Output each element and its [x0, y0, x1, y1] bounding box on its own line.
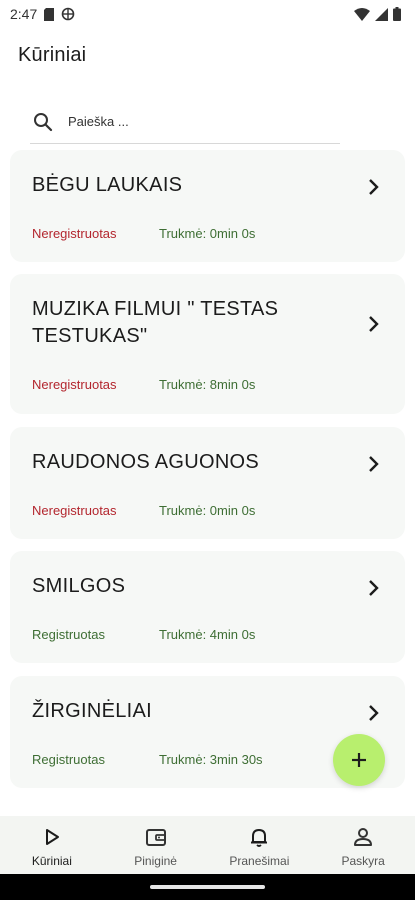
- work-duration: Trukmė: 8min 0s: [159, 377, 256, 392]
- work-duration: Trukmė: 4min 0s: [159, 627, 256, 642]
- work-card[interactable]: RAUDONOS AGUONOS Neregistruotas Trukmė: …: [10, 427, 405, 539]
- nav-label: Kūriniai: [31, 854, 72, 868]
- work-card[interactable]: SMILGOS Registruotas Trukmė: 4min 0s: [10, 551, 405, 663]
- person-icon: [354, 828, 373, 846]
- nav-item-kuriniai[interactable]: Kūriniai: [0, 816, 104, 874]
- search-icon: [34, 112, 53, 131]
- work-meta: Neregistruotas Trukmė: 0min 0s: [32, 226, 255, 241]
- chevron-right-icon: [369, 179, 379, 195]
- chevron-right-icon: [369, 580, 379, 596]
- work-card[interactable]: MUZIKA FILMUI " TESTAS TESTUKAS" Neregis…: [10, 274, 405, 414]
- screen: 2:47 Kūriniai Paieška ... BĖGU LAUKAIS N…: [0, 0, 415, 900]
- work-card[interactable]: BĖGU LAUKAIS Neregistruotas Trukmė: 0min…: [10, 150, 405, 262]
- add-work-button[interactable]: [333, 734, 385, 786]
- status-badge: Neregistruotas: [32, 377, 117, 392]
- bottom-nav: Kūriniai Piniginė Pranešimai Paskyra: [0, 816, 415, 874]
- nav-label: Paskyra: [341, 854, 385, 868]
- chevron-right-icon: [369, 456, 379, 472]
- sim-card-icon: [44, 7, 55, 21]
- search-input[interactable]: [68, 114, 308, 129]
- nav-label: Piniginė: [134, 854, 177, 868]
- work-meta: Registruotas Trukmė: 3min 30s: [32, 752, 263, 767]
- nav-item-paskyra[interactable]: Paskyra: [311, 816, 415, 874]
- battery-icon: [393, 7, 401, 21]
- work-duration: Trukmė: 3min 30s: [159, 752, 263, 767]
- bell-icon: [251, 829, 268, 847]
- work-meta: Neregistruotas Trukmė: 0min 0s: [32, 503, 255, 518]
- work-meta: Neregistruotas Trukmė: 8min 0s: [32, 377, 255, 392]
- chevron-right-icon: [369, 705, 379, 721]
- plus-icon: [352, 753, 366, 767]
- status-badge: Neregistruotas: [32, 226, 117, 241]
- gesture-bar: [0, 874, 415, 900]
- work-title: SMILGOS: [32, 575, 126, 597]
- chevron-right-icon: [369, 316, 379, 332]
- work-duration: Trukmė: 0min 0s: [159, 226, 256, 241]
- status-bar: 2:47: [0, 0, 415, 28]
- wifi-icon: [354, 7, 370, 21]
- status-badge: Neregistruotas: [32, 503, 117, 518]
- cell-signal-icon: [375, 7, 388, 21]
- work-title: MUZIKA FILMUI " TESTAS TESTUKAS": [32, 298, 279, 347]
- work-meta: Registruotas Trukmė: 4min 0s: [32, 627, 255, 642]
- work-title: BĖGU LAUKAIS: [32, 174, 183, 196]
- work-duration: Trukmė: 0min 0s: [159, 503, 256, 518]
- nav-label: Pranešimai: [229, 854, 290, 868]
- wallet-icon: [145, 829, 166, 846]
- nav-item-pranesimai[interactable]: Pranešimai: [208, 816, 312, 874]
- nav-item-pinigine[interactable]: Piniginė: [104, 816, 208, 874]
- status-badge: Registruotas: [32, 752, 105, 767]
- search-bar[interactable]: [30, 100, 340, 144]
- work-title: RAUDONOS AGUONOS: [32, 451, 260, 473]
- status-badge: Registruotas: [32, 627, 105, 642]
- play-icon: [45, 829, 59, 845]
- page-title: Kūriniai: [18, 44, 87, 66]
- work-title: ŽIRGINĖLIAI: [32, 700, 152, 722]
- vpn-globe-icon: [61, 7, 75, 21]
- home-gesture-handle[interactable]: [150, 885, 265, 889]
- status-right: [354, 7, 401, 21]
- status-left: 2:47: [10, 6, 75, 22]
- status-time: 2:47: [10, 6, 38, 22]
